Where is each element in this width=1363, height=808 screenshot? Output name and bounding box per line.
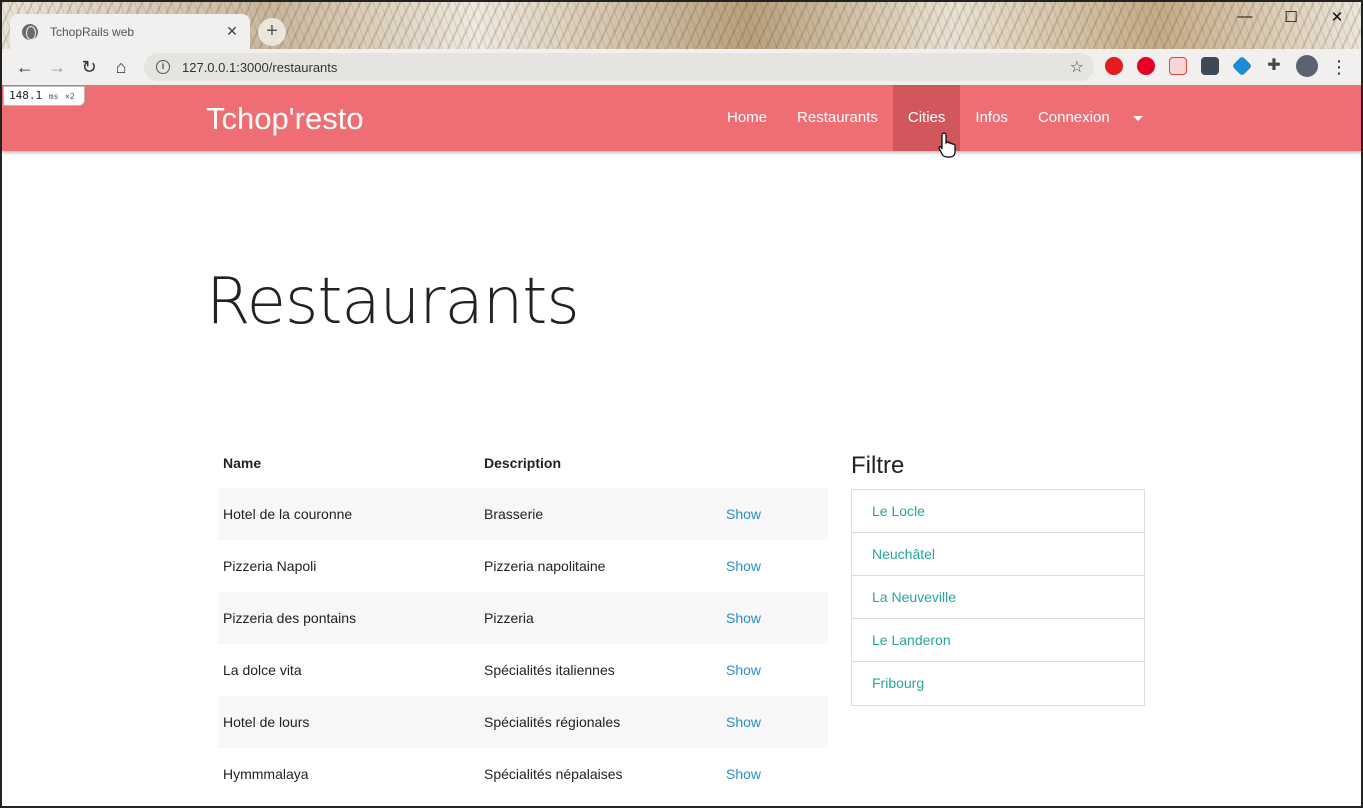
site-info-icon[interactable]: i — [156, 60, 170, 74]
show-link[interactable]: Show — [726, 766, 761, 782]
url-text: 127.0.0.1:3000/restaurants — [182, 59, 338, 75]
restaurant-description: Spécialités régionales — [479, 696, 721, 748]
filter-item-le-landeron[interactable]: Le Landeron — [852, 619, 1144, 662]
show-link[interactable]: Show — [726, 558, 761, 574]
nav-infos[interactable]: Infos — [960, 85, 1023, 151]
filter-list: Le Locle Neuchâtel La Neuveville Le Land… — [851, 489, 1145, 706]
forward-arrow-icon[interactable]: → — [45, 55, 69, 79]
restaurant-description: Spécialités italiennes — [484, 662, 615, 678]
filter-title: Filtre — [851, 452, 905, 479]
restaurant-description: Spécialités népalaises — [484, 766, 623, 782]
restaurant-name: Pizzeria Napoli — [223, 558, 317, 574]
reload-icon[interactable]: ↻ — [77, 55, 101, 79]
restaurant-name: Hotel de lours — [218, 696, 479, 748]
restaurant-description: Brasserie — [479, 488, 721, 540]
table-row: Pizzeria Napoli Pizzeria napolitaine Sho… — [218, 540, 828, 592]
nav-links: Home Restaurants Cities Infos Connexion — [712, 85, 1143, 151]
show-link[interactable]: Show — [726, 662, 761, 678]
address-bar[interactable]: i 127.0.0.1:3000/restaurants ☆ — [144, 53, 1094, 81]
back-arrow-icon[interactable]: ← — [13, 55, 37, 79]
profile-avatar[interactable] — [1296, 55, 1318, 77]
new-tab-button[interactable]: + — [258, 18, 286, 46]
hand-cursor-icon — [938, 132, 956, 158]
home-icon[interactable]: ⌂ — [109, 55, 133, 79]
timing-value: 148.1 — [9, 89, 43, 102]
filter-item-la-neuveville[interactable]: La Neuveville — [852, 576, 1144, 619]
timing-mult: ×2 — [65, 92, 75, 101]
tab-close-icon[interactable]: ✕ — [222, 23, 242, 40]
restaurants-table: Name Description Hotel de la couronne Br… — [218, 437, 828, 800]
maximize-button[interactable]: ☐ — [1279, 8, 1303, 26]
nav-connexion[interactable]: Connexion — [1023, 85, 1125, 151]
table-row: Pizzeria des pontains Pizzeria Show — [218, 592, 828, 644]
header-actions — [721, 437, 828, 488]
timing-unit: ms — [48, 92, 59, 101]
restaurant-name: La dolce vita — [223, 662, 302, 678]
minimize-button[interactable]: — — [1233, 8, 1257, 25]
dropdown-caret-icon[interactable] — [1132, 116, 1143, 121]
header-description: Description — [484, 454, 562, 471]
tab-title: TchopRails web — [50, 24, 135, 39]
show-link[interactable]: Show — [726, 610, 761, 626]
chrome-menu-icon[interactable]: ⋮ — [1327, 55, 1351, 79]
close-window-button[interactable]: ✕ — [1325, 8, 1349, 26]
browser-tab[interactable]: TchopRails web ✕ — [10, 14, 250, 49]
puzzle-extensions-icon[interactable]: ✚ — [1265, 57, 1283, 75]
window-border-left — [0, 0, 2, 808]
table-row: Hotel de lours Spécialités régionales Sh… — [218, 696, 828, 748]
table-header-row: Name Description — [218, 437, 828, 488]
table-row: La dolce vita Spécialités italiennes Sho… — [218, 644, 828, 696]
restaurant-name: Hymmmalaya — [223, 766, 309, 782]
adblock-extension-icon[interactable] — [1105, 57, 1123, 75]
nav-restaurants[interactable]: Restaurants — [782, 85, 893, 151]
pinterest-extension-icon[interactable] — [1137, 57, 1155, 75]
bookmark-star-icon[interactable]: ☆ — [1070, 57, 1084, 77]
nav-home[interactable]: Home — [712, 85, 782, 151]
browser-toolbar: ← → ↻ ⌂ i 127.0.0.1:3000/restaurants ☆ ✚… — [2, 49, 1361, 85]
restaurant-description: Pizzeria napolitaine — [484, 558, 606, 574]
brand-logo[interactable]: Tchop'resto — [206, 101, 364, 137]
header-name: Name — [223, 454, 262, 471]
pdf-extension-icon[interactable] — [1169, 57, 1187, 75]
page-title: Restaurants — [206, 265, 580, 339]
menu-extension-icon[interactable] — [1201, 57, 1219, 75]
filter-item-neuchatel[interactable]: Neuchâtel — [852, 533, 1144, 576]
restaurant-description: Pizzeria — [479, 592, 721, 644]
filter-item-fribourg[interactable]: Fribourg — [852, 662, 1144, 705]
restaurant-name: Hotel de la couronne — [218, 488, 479, 540]
cube-extension-icon[interactable] — [1231, 55, 1253, 77]
restaurant-name: Pizzeria des pontains — [218, 592, 479, 644]
show-link[interactable]: Show — [726, 714, 761, 730]
table-row: Hymmmalaya Spécialités népalaises Show — [218, 748, 828, 800]
table-row: Hotel de la couronne Brasserie Show — [218, 488, 828, 540]
filter-item-le-locle[interactable]: Le Locle — [852, 490, 1144, 533]
show-link[interactable]: Show — [726, 506, 761, 522]
timing-badge: 148.1 ms ×2 — [3, 86, 85, 106]
globe-icon — [22, 23, 38, 40]
site-navbar: Tchop'resto Home Restaurants Cities Info… — [2, 85, 1361, 151]
